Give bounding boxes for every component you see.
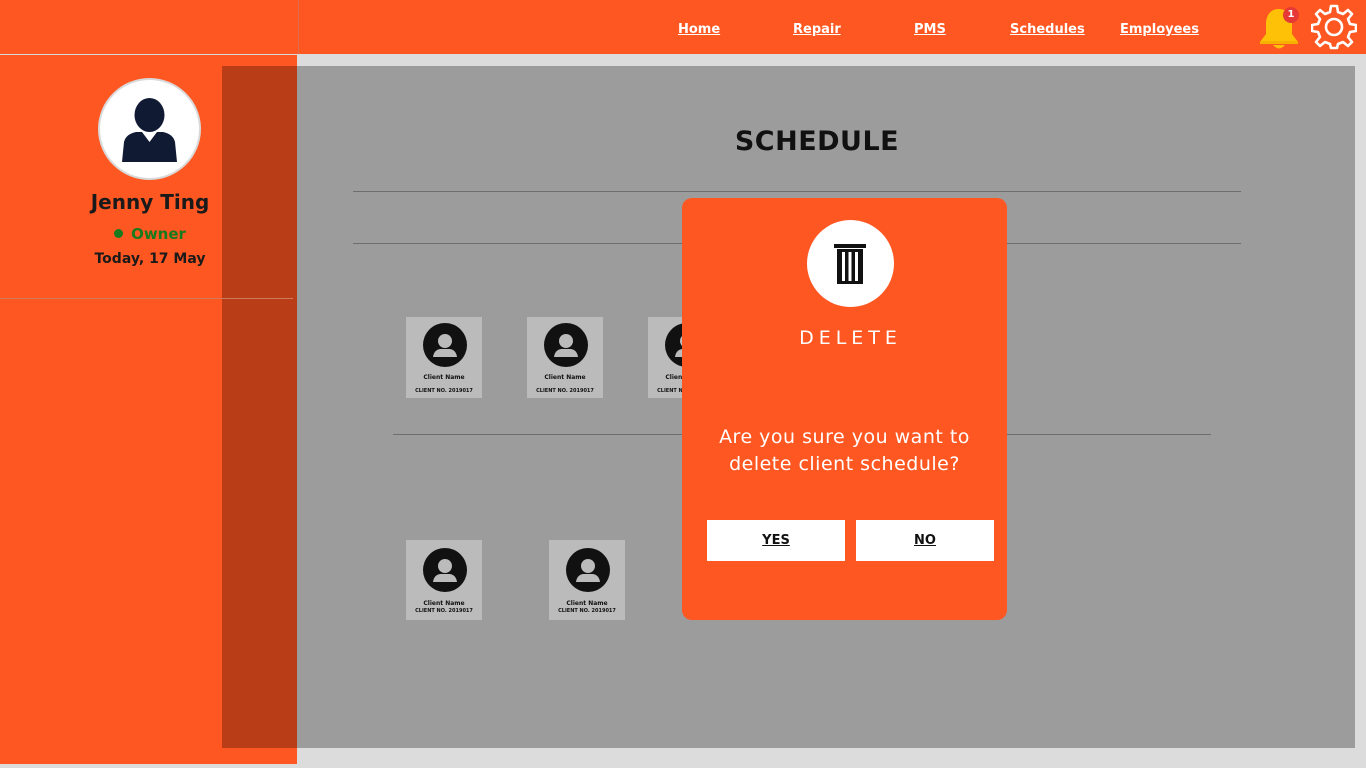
client-avatar-icon <box>423 548 467 592</box>
trash-icon <box>834 244 866 284</box>
dialog-message: Are you sure you want to delete client s… <box>719 426 970 475</box>
nav-link-employees[interactable]: Employees <box>1120 22 1199 37</box>
client-card[interactable]: Client Name CLIENT NO. 2019017 <box>549 540 625 620</box>
title-divider-top <box>353 191 1241 192</box>
user-avatar-icon <box>98 78 201 180</box>
client-number: CLIENT NO. 2019017 <box>415 388 473 394</box>
delete-confirmation-dialog: DELETE Are you sure you want to delete c… <box>682 198 1007 620</box>
user-name: Jenny Ting <box>90 190 210 214</box>
notification-badge: 1 <box>1283 7 1299 23</box>
client-number: CLIENT NO. 2019017 <box>536 388 594 394</box>
nav-link-pms[interactable]: PMS <box>914 22 946 37</box>
client-name: Client Name <box>423 374 465 381</box>
client-name: Client Name <box>423 600 465 607</box>
trash-icon-container <box>807 220 894 307</box>
gear-icon[interactable] <box>1310 4 1358 50</box>
client-avatar-icon <box>544 323 588 367</box>
online-status-dot <box>114 229 124 238</box>
nav-link-home[interactable]: Home <box>678 22 720 37</box>
client-name: Client Name <box>544 374 586 381</box>
client-card[interactable]: Client Name CLIENT NO. 2019017 <box>406 317 482 398</box>
client-name: Client Name <box>566 600 608 607</box>
nav-link-repair[interactable]: Repair <box>793 22 841 37</box>
client-avatar-icon <box>566 548 610 592</box>
dialog-title: DELETE <box>799 327 902 349</box>
client-avatar-icon <box>423 323 467 367</box>
user-role: Owner <box>0 225 300 243</box>
user-role-label: Owner <box>131 225 186 243</box>
topbar-divider <box>298 0 299 54</box>
client-card[interactable]: Client Name CLIENT NO. 2019017 <box>406 540 482 620</box>
current-date: Today, 17 May <box>94 251 206 267</box>
client-card[interactable]: Client Name CLIENT NO. 2019017 <box>527 317 603 398</box>
page-title: SCHEDULE <box>734 126 900 157</box>
no-button[interactable]: NO <box>856 520 994 561</box>
client-number: CLIENT NO. 2019017 <box>558 608 616 614</box>
sidebar-overlay-shade <box>222 66 297 748</box>
sidebar-divider <box>0 298 293 299</box>
yes-button[interactable]: YES <box>707 520 845 561</box>
nav-link-schedules[interactable]: Schedules <box>1010 22 1085 37</box>
client-number: CLIENT NO. 2019017 <box>415 608 473 614</box>
